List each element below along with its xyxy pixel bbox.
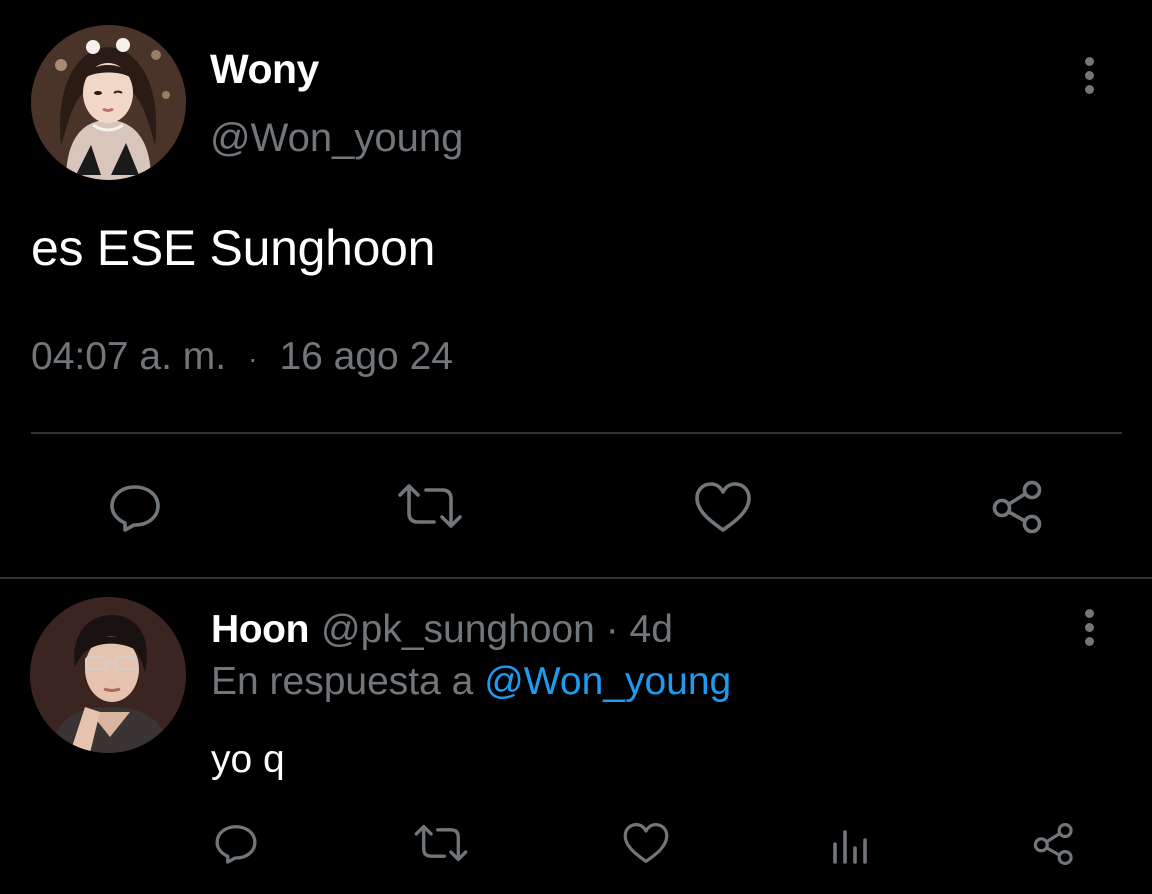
author-avatar[interactable]	[31, 25, 186, 180]
reply-author-avatar[interactable]	[30, 597, 186, 753]
reply-button[interactable]	[105, 478, 165, 538]
more-dot-icon	[1084, 70, 1094, 80]
more-dot-icon	[1084, 622, 1094, 632]
avatar-portrait-image	[31, 25, 186, 180]
like-icon	[695, 482, 751, 532]
reply-header: Hoon @pk_sunghoon · 4d	[211, 608, 673, 652]
reply-analytics-button[interactable]	[829, 820, 873, 866]
author-handle[interactable]: @Won_young	[210, 116, 463, 161]
reply-author-name[interactable]: Hoon	[211, 608, 309, 651]
meta-separator: ·	[248, 342, 258, 374]
tweet-time: 04:07 a. m.	[31, 335, 227, 378]
reply-author-handle[interactable]: @pk_sunghoon	[321, 608, 595, 651]
retweet-button[interactable]	[396, 478, 464, 534]
reply-separator: ·	[605, 608, 619, 651]
like-icon	[623, 823, 669, 863]
share-button[interactable]	[988, 478, 1048, 536]
more-dot-icon	[1084, 84, 1094, 94]
reply-age: 4d	[629, 608, 673, 651]
retweet-icon	[398, 484, 462, 528]
tweet-detail-view: Wony @Won_young es ESE Sunghoon 04:07 a.…	[0, 0, 1152, 894]
analytics-icon	[833, 830, 867, 864]
divider	[0, 577, 1152, 579]
reply-reply-button[interactable]	[212, 820, 260, 868]
reply-icon	[110, 485, 160, 532]
reply-share-button[interactable]	[1030, 820, 1078, 868]
tweet-timestamp[interactable]: 04:07 a. m. · 16 ago 24	[31, 335, 453, 379]
more-dot-icon	[1084, 636, 1094, 646]
tweet-text: es ESE Sunghoon	[31, 220, 436, 276]
more-dot-icon	[1084, 56, 1094, 66]
reply-like-button[interactable]	[622, 820, 670, 866]
share-icon	[992, 480, 1042, 534]
reply-icon	[215, 825, 257, 864]
replying-to-mention-link[interactable]: @Won_young	[484, 660, 731, 703]
more-options-button[interactable]	[1074, 53, 1104, 97]
share-icon	[1033, 822, 1073, 866]
like-button[interactable]	[692, 478, 754, 536]
replying-to-line: En respuesta a @Won_young	[211, 660, 731, 704]
reply-more-options-button[interactable]	[1074, 605, 1104, 649]
tweet-date: 16 ago 24	[279, 335, 453, 378]
reply-text: yo q	[211, 738, 285, 781]
retweet-icon	[414, 824, 468, 862]
divider	[31, 432, 1122, 434]
more-dot-icon	[1084, 608, 1094, 618]
author-name[interactable]: Wony	[210, 46, 319, 93]
avatar-portrait-image	[30, 597, 186, 753]
replying-to-prefix: En respuesta a	[211, 660, 474, 703]
reply-retweet-button[interactable]	[413, 820, 469, 866]
